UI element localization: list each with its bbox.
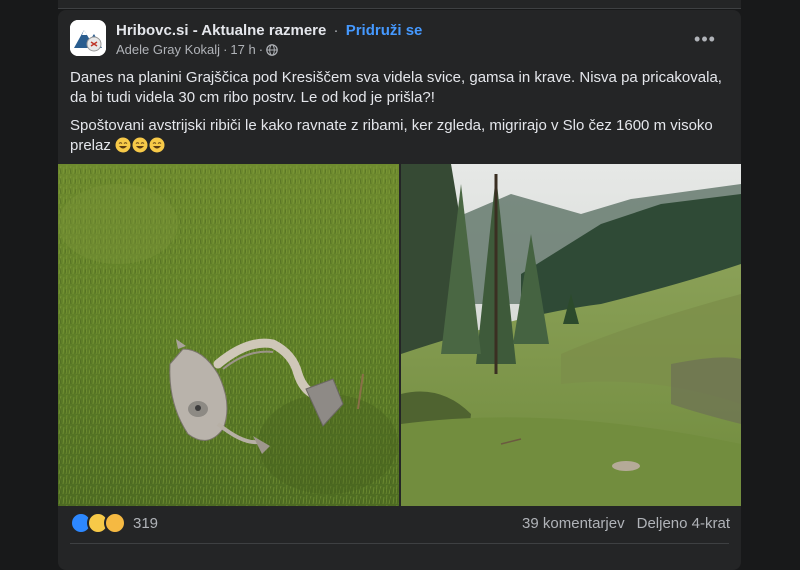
author-link[interactable]: Adele Gray Kokalj [116, 42, 220, 57]
post-text: Danes na planini Grajščica pod Kresiščem… [70, 68, 725, 164]
group-name-link[interactable]: Hribovc.si - Aktualne razmere [116, 22, 326, 39]
reaction-count[interactable]: 319 [133, 515, 158, 532]
timestamp-link[interactable]: 17 h [230, 42, 255, 57]
group-avatar[interactable] [70, 20, 106, 56]
previous-post-edge [58, 0, 741, 9]
photo-grid [58, 164, 741, 506]
post-card: Hribovc.si - Aktualne razmere · Pridruži… [58, 10, 741, 570]
post-paragraph-2: Spoštovani avstrijski ribiči le kako rav… [70, 116, 725, 156]
join-group-button[interactable]: Pridruži se [346, 22, 423, 39]
post-stats: 39 komentarjev Deljeno 4-krat [522, 515, 730, 532]
alpine-meadow-image [401, 164, 741, 506]
group-title-line: Hribovc.si - Aktualne razmere · Pridruži… [116, 22, 422, 39]
wow-icon [104, 512, 126, 534]
post-paragraph-1: Danes na planini Grajščica pod Kresiščem… [70, 69, 722, 106]
laughing-emoji-icon [115, 137, 131, 153]
photo-fish-on-grass[interactable] [58, 164, 399, 506]
post-paragraph-2-text: Spoštovani avstrijski ribiči le kako rav… [70, 117, 713, 154]
laughing-emoji-icon [149, 137, 165, 153]
hribovc-logo-icon [70, 20, 106, 56]
laughing-emoji-icon [132, 137, 148, 153]
more-options-button[interactable]: ••• [690, 24, 720, 54]
actions-divider [70, 543, 729, 544]
separator-dot: · [333, 22, 339, 39]
globe-icon [266, 43, 278, 56]
reaction-icons[interactable] [70, 512, 126, 534]
photo-alpine-meadow[interactable] [401, 164, 741, 506]
reactions-bar: 319 39 komentarjev Deljeno 4-krat [70, 512, 730, 534]
separator-dot: · [223, 42, 228, 57]
separator-dot: · [258, 42, 264, 57]
post-header: Hribovc.si - Aktualne razmere · Pridruži… [70, 20, 730, 60]
more-icon: ••• [694, 28, 716, 49]
shares-count-link[interactable]: Deljeno 4-krat [637, 515, 730, 532]
post-meta: Adele Gray Kokalj · 17 h · [116, 42, 278, 57]
comments-count-link[interactable]: 39 komentarjev [522, 515, 625, 532]
fish-on-grass-image [58, 164, 399, 506]
